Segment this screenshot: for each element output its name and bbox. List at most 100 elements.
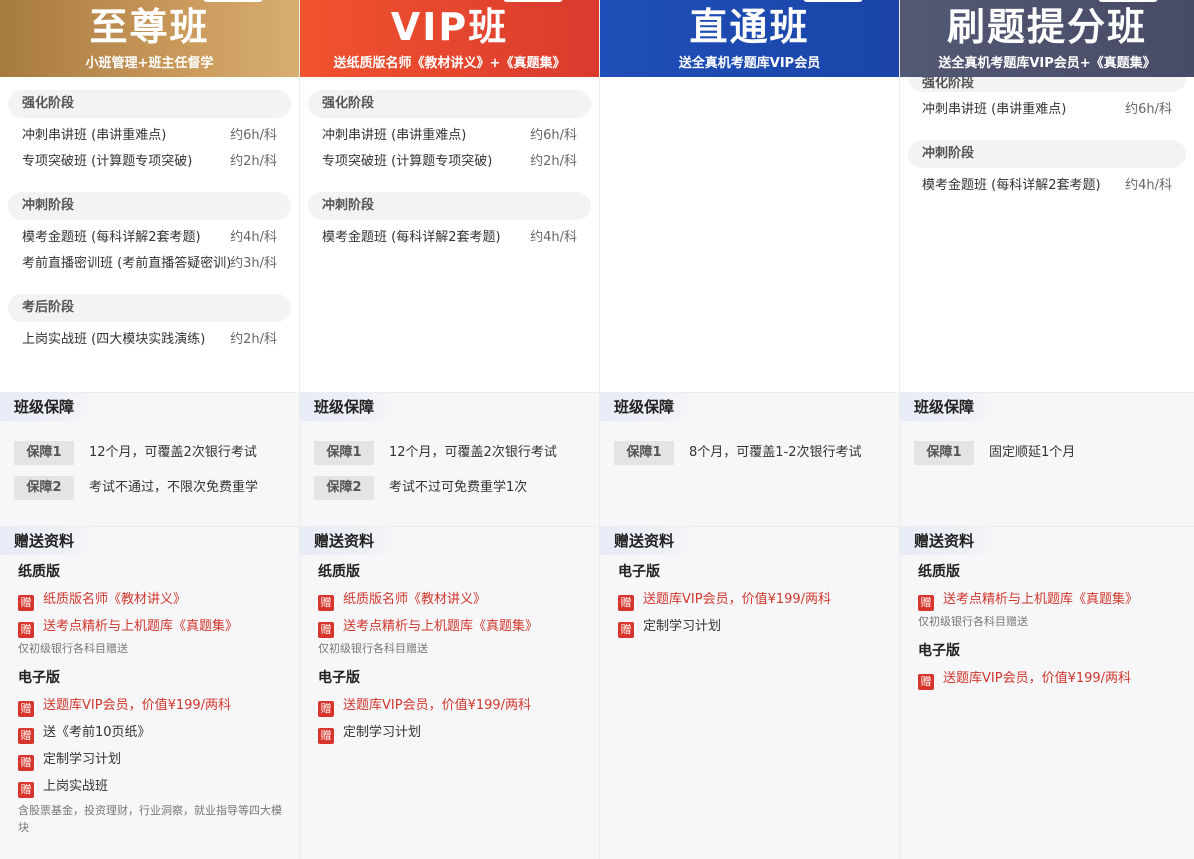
guarantee-label: 保障1 bbox=[14, 441, 74, 465]
gift-list: 电子版 赠送题库VIP会员，价值¥199/两科 赠定制学习计划 bbox=[618, 559, 889, 640]
gift-heading: 纸质版 bbox=[318, 564, 360, 580]
gift-heading: 纸质版 bbox=[918, 564, 960, 580]
stage-heading: 考后阶段 bbox=[8, 294, 291, 322]
plan-column-zhitong: 直通班 送全真机考题库VIP会员 班级保障 保障1 8个月，可覆盖1-2次银行考试… bbox=[600, 0, 900, 859]
course-duration: 约6h/科 bbox=[530, 128, 577, 143]
gift-heading: 电子版 bbox=[618, 564, 660, 580]
gift-text: 送题库VIP会员，价值¥199/两科 bbox=[643, 592, 832, 607]
course-name: 冲刺串讲班 (串讲重难点) bbox=[22, 128, 167, 143]
guarantee-label: 保障1 bbox=[614, 441, 674, 465]
gift-note: 仅初级银行各科目赠送 bbox=[18, 642, 128, 655]
course-duration: 约6h/科 bbox=[230, 128, 277, 143]
course-row: 考前直播密训班 (考前直播答疑密训) 约3h/科 bbox=[0, 251, 299, 277]
gift-list: 纸质版 赠纸质版名师《教材讲义》 赠送考点精析与上机题库《真题集》 仅初级银行各… bbox=[318, 559, 589, 746]
plan-title: 刷题提分班 bbox=[946, 5, 1147, 49]
course-row: 专项突破班 (计算题专项突破) 约2h/科 bbox=[300, 149, 599, 175]
plan-header: 刷题提分班 送全真机考题库VIP会员+《真题集》 bbox=[900, 0, 1194, 77]
course-name: 专项突破班 (计算题专项突破) bbox=[22, 154, 193, 169]
guarantee-section: 班级保障 保障1 12个月，可覆盖2次银行考试 保障2 考试不过可免费重学1次 bbox=[300, 392, 599, 526]
plan-column-zhizun: 至尊班 小班管理+班主任督学 强化阶段 冲刺串讲班 (串讲重难点) 约6h/科 专… bbox=[0, 0, 300, 859]
plan-subtitle: 送全真机考题库VIP会员+《真题集》 bbox=[938, 56, 1156, 71]
guarantee-row: 保障2 考试不通过，不限次免费重学 bbox=[14, 476, 258, 500]
section-tag: 班级保障 bbox=[300, 393, 395, 421]
gift-text: 送考点精析与上机题库《真题集》 bbox=[943, 592, 1139, 607]
header-tab bbox=[1098, 0, 1158, 2]
course-row: 模考金题班 (每科详解2套考题) 约4h/科 bbox=[0, 225, 299, 251]
course-name: 考前直播密训班 (考前直播答疑密训) bbox=[22, 256, 232, 271]
plan-subtitle: 小班管理+班主任督学 bbox=[85, 56, 214, 71]
guarantee-section: 班级保障 保障1 固定顺延1个月 bbox=[900, 392, 1194, 526]
plan-header: VIP班 送纸质版名师《教材讲义》+《真题集》 bbox=[300, 0, 599, 77]
course-name: 上岗实战班 (四大模块实践演练) bbox=[22, 332, 206, 347]
gift-text: 纸质版名师《教材讲义》 bbox=[43, 592, 187, 607]
class-comparison: 至尊班 小班管理+班主任督学 强化阶段 冲刺串讲班 (串讲重难点) 约6h/科 专… bbox=[0, 0, 1194, 859]
gift-text: 送题库VIP会员，价值¥199/两科 bbox=[43, 698, 232, 713]
guarantee-label: 保障1 bbox=[314, 441, 374, 465]
gift-item: 赠送考点精析与上机题库《真题集》 bbox=[18, 613, 289, 640]
course-duration: 约6h/科 bbox=[1125, 102, 1172, 117]
gift-item: 赠送题库VIP会员，价值¥199/两科 bbox=[618, 586, 889, 613]
gift-item: 赠送题库VIP会员，价值¥199/两科 bbox=[18, 692, 289, 719]
guarantee-row: 保障1 12个月，可覆盖2次银行考试 bbox=[14, 441, 257, 465]
course-name: 模考金题班 (每科详解2套考题) bbox=[22, 230, 201, 245]
guarantee-label: 保障1 bbox=[914, 441, 974, 465]
gift-item: 赠定制学习计划 bbox=[618, 613, 889, 640]
gift-text: 送题库VIP会员，价值¥199/两科 bbox=[343, 698, 532, 713]
gift-list: 纸质版 赠纸质版名师《教材讲义》 赠送考点精析与上机题库《真题集》 仅初级银行各… bbox=[18, 559, 289, 844]
section-tag: 赠送资料 bbox=[0, 527, 95, 555]
course-duration: 约4h/科 bbox=[1125, 178, 1172, 193]
gift-badge-icon: 赠 bbox=[918, 674, 934, 690]
plan-title: VIP班 bbox=[390, 5, 509, 49]
course-name: 冲刺串讲班 (串讲重难点) bbox=[922, 102, 1067, 117]
course-duration: 约3h/科 bbox=[230, 256, 277, 271]
course-duration: 约4h/科 bbox=[530, 230, 577, 245]
gift-item: 赠定制学习计划 bbox=[18, 746, 289, 773]
gift-badge-icon: 赠 bbox=[318, 701, 334, 717]
gift-text: 送《考前10页纸》 bbox=[43, 725, 151, 740]
guarantee-section: 班级保障 保障1 12个月，可覆盖2次银行考试 保障2 考试不通过，不限次免费重学 bbox=[0, 392, 299, 526]
gift-note: 含股票基金，投资理财，行业洞察，就业指导等四大模块 bbox=[18, 804, 282, 834]
gift-item: 赠送题库VIP会员，价值¥199/两科 bbox=[918, 665, 1184, 692]
gift-note: 仅初级银行各科目赠送 bbox=[318, 642, 428, 655]
guarantee-section: 班级保障 保障1 8个月，可覆盖1-2次银行考试 bbox=[600, 392, 899, 526]
gift-heading: 电子版 bbox=[918, 643, 960, 659]
guarantee-text: 固定顺延1个月 bbox=[989, 445, 1076, 460]
gift-text: 定制学习计划 bbox=[643, 619, 722, 634]
gift-badge-icon: 赠 bbox=[18, 595, 34, 611]
course-row: 冲刺串讲班 (串讲重难点) 约6h/科 bbox=[300, 123, 599, 149]
gifts-section: 赠送资料 纸质版 赠纸质版名师《教材讲义》 赠送考点精析与上机题库《真题集》 仅… bbox=[300, 526, 599, 859]
stage-heading: 强化阶段 bbox=[908, 77, 1186, 92]
stage-heading: 冲刺阶段 bbox=[908, 140, 1186, 168]
guarantee-text: 12个月，可覆盖2次银行考试 bbox=[389, 445, 557, 460]
gift-item: 赠送《考前10页纸》 bbox=[18, 719, 289, 746]
gift-badge-icon: 赠 bbox=[18, 622, 34, 638]
header-tab bbox=[203, 0, 263, 2]
gift-badge-icon: 赠 bbox=[618, 595, 634, 611]
guarantee-row: 保障1 固定顺延1个月 bbox=[914, 441, 1075, 465]
section-tag: 赠送资料 bbox=[600, 527, 695, 555]
stage-heading: 冲刺阶段 bbox=[8, 192, 291, 220]
course-duration: 约4h/科 bbox=[230, 230, 277, 245]
plan-column-vip: VIP班 送纸质版名师《教材讲义》+《真题集》 强化阶段 冲刺串讲班 (串讲重难… bbox=[300, 0, 600, 859]
header-tab bbox=[803, 0, 863, 2]
gift-badge-icon: 赠 bbox=[318, 622, 334, 638]
gift-text: 定制学习计划 bbox=[343, 725, 422, 740]
gift-badge-icon: 赠 bbox=[18, 782, 34, 798]
plan-header: 直通班 送全真机考题库VIP会员 bbox=[600, 0, 899, 77]
guarantee-text: 8个月，可覆盖1-2次银行考试 bbox=[689, 445, 862, 460]
course-row: 上岗实战班 (四大模块实践演练) 约2h/科 bbox=[0, 327, 299, 353]
gifts-section: 赠送资料 电子版 赠送题库VIP会员，价值¥199/两科 赠定制学习计划 bbox=[600, 526, 899, 859]
plan-title: 直通班 bbox=[689, 5, 810, 49]
course-list bbox=[600, 77, 899, 392]
gifts-section: 赠送资料 纸质版 赠送考点精析与上机题库《真题集》 仅初级银行各科目赠送 电子版… bbox=[900, 526, 1194, 859]
course-row: 模考金题班 (每科详解2套考题) 约4h/科 bbox=[300, 225, 599, 251]
plan-header: 至尊班 小班管理+班主任督学 bbox=[0, 0, 299, 77]
section-tag: 赠送资料 bbox=[900, 527, 995, 555]
gift-badge-icon: 赠 bbox=[618, 622, 634, 638]
course-list: 强化阶段 冲刺串讲班 (串讲重难点) 约6h/科 专项突破班 (计算题专项突破) 约… bbox=[300, 77, 599, 392]
gift-note: 仅初级银行各科目赠送 bbox=[918, 615, 1028, 628]
guarantee-row: 保障1 8个月，可覆盖1-2次银行考试 bbox=[614, 441, 862, 465]
gift-item: 赠送考点精析与上机题库《真题集》 bbox=[918, 586, 1184, 613]
section-tag: 班级保障 bbox=[900, 393, 995, 421]
gift-text: 定制学习计划 bbox=[43, 752, 122, 767]
